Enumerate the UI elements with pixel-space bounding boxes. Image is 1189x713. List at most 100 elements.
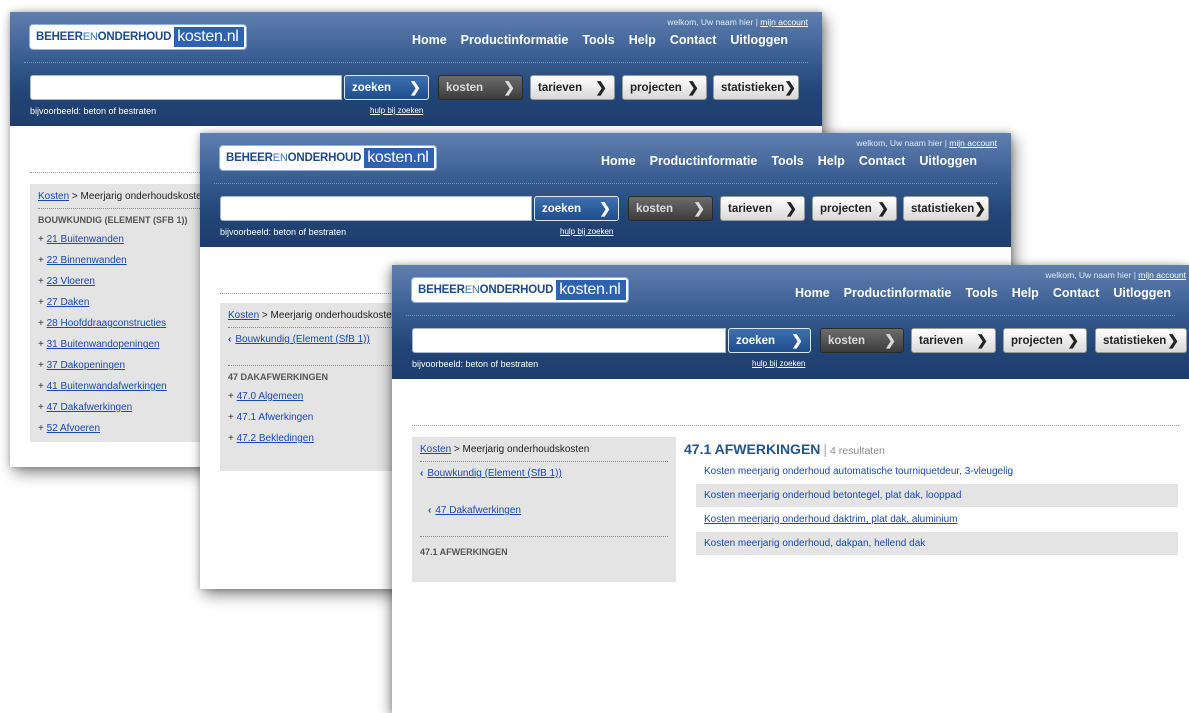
sidebar-item: + 47.2 Bekledingen — [228, 433, 314, 444]
account-link[interactable]: mijn account — [760, 17, 808, 27]
back-link-row: ‹ Bouwkundig (Element (SfB 1)) — [412, 462, 676, 485]
nav-tools[interactable]: Tools — [965, 286, 997, 300]
sidebar-item-link[interactable]: 47.2 Bekledingen — [237, 433, 314, 444]
welcome-text: welkom, Uw naam hier | mijn account — [667, 17, 808, 27]
logo-text-beheer: BEHEER — [418, 284, 465, 296]
tarieven-button[interactable]: tarieven ❯ — [720, 196, 805, 221]
search-help-link[interactable]: hulp bij zoeken — [752, 359, 805, 368]
nav-help[interactable]: Help — [629, 33, 656, 47]
zoeken-button[interactable]: zoeken ❯ — [728, 328, 811, 353]
nav-tools[interactable]: Tools — [771, 154, 803, 168]
breadcrumb: Kosten > Meerjarig onderhoudskosten — [228, 310, 398, 321]
chevron-right-icon: ❯ — [595, 79, 607, 95]
sidebar: Kosten > Meerjarig onderhoudskosten ‹ Bou… — [220, 303, 420, 471]
breadcrumb-link-kosten[interactable]: Kosten — [420, 444, 451, 455]
sidebar-item-link[interactable]: 21 Buitenwanden — [47, 234, 124, 245]
search-input[interactable] — [220, 196, 532, 221]
statistieken-button[interactable]: statistieken ❯ — [903, 196, 989, 221]
search-input[interactable] — [30, 75, 342, 100]
sidebar-item-link[interactable]: 41 Buitenwandafwerkingen — [47, 381, 167, 392]
result-item[interactable]: Kosten meerjarig onderhoud daktrim, plat… — [696, 508, 1178, 532]
breadcrumb-link-kosten[interactable]: Kosten — [228, 310, 259, 321]
nav-help[interactable]: Help — [1012, 286, 1039, 300]
sidebar-item-link[interactable]: 22 Binnenwanden — [47, 255, 127, 266]
breadcrumb: Kosten > Meerjarig onderhoudskosten — [420, 444, 590, 455]
projecten-button[interactable]: projecten ❯ — [812, 196, 897, 221]
nav-home[interactable]: Home — [795, 286, 830, 300]
search-help-link[interactable]: hulp bij zoeken — [370, 106, 423, 115]
main-nav: Home Productinformatie Tools Help Contac… — [795, 286, 1171, 300]
sidebar-item-link[interactable]: 23 Vloeren — [47, 276, 95, 287]
chevron-right-icon: ❯ — [884, 332, 896, 348]
category-heading: 47.1 AFWERKINGEN — [420, 547, 508, 557]
result-item[interactable]: Kosten meerjarig onderhoud betontegel, p… — [696, 484, 1178, 508]
chevron-left-icon: ‹ — [420, 468, 424, 479]
nav-contact[interactable]: Contact — [859, 154, 906, 168]
nav-uitloggen[interactable]: Uitloggen — [1113, 286, 1171, 300]
zoeken-button[interactable]: zoeken ❯ — [344, 75, 429, 100]
site-logo[interactable]: BEHEER EN ONDERHOUD kosten.nl — [412, 278, 628, 302]
back-link-bouwkundig[interactable]: Bouwkundig (Element (SfB 1)) — [427, 468, 562, 479]
header-divider — [406, 315, 1175, 316]
nav-uitloggen[interactable]: Uitloggen — [730, 33, 788, 47]
result-item[interactable]: Kosten meerjarig onderhoud automatische … — [696, 460, 1178, 484]
chevron-right-icon: ❯ — [409, 79, 421, 95]
back-link-dakafwerkingen[interactable]: 47 Dakafwerkingen — [435, 505, 521, 516]
nav-productinformatie[interactable]: Productinformatie — [844, 286, 952, 300]
search-hint: bijvoorbeeld: beton of bestraten — [220, 227, 347, 237]
site-logo[interactable]: BEHEER EN ONDERHOUD kosten.nl — [30, 25, 246, 49]
nav-contact[interactable]: Contact — [1053, 286, 1100, 300]
chevron-right-icon: ❯ — [791, 332, 803, 348]
projecten-button[interactable]: projecten ❯ — [1003, 328, 1087, 353]
projecten-button[interactable]: projecten ❯ — [622, 75, 707, 100]
chevron-right-icon: ❯ — [693, 200, 705, 216]
welcome-text: welkom, Uw naam hier | mijn account — [856, 138, 997, 148]
kosten-button[interactable]: kosten ❯ — [628, 196, 713, 221]
back-link-row: ‹ 47 Dakafwerkingen — [412, 499, 676, 522]
zoeken-button[interactable]: zoeken ❯ — [534, 196, 619, 221]
category-heading: 47 DAKAFWERKINGEN — [228, 372, 329, 382]
content-divider — [412, 425, 1179, 426]
search-input[interactable] — [412, 328, 726, 353]
back-link-bouwkundig[interactable]: Bouwkundig (Element (SfB 1)) — [235, 334, 370, 345]
nav-productinformatie[interactable]: Productinformatie — [650, 154, 758, 168]
sidebar-item-link[interactable]: 31 Buitenwandopeningen — [47, 339, 160, 350]
result-item[interactable]: Kosten meerjarig onderhoud, dakpan, hell… — [696, 532, 1178, 556]
sidebar-item: + 47.0 Algemeen — [228, 391, 304, 402]
sidebar-item-link[interactable]: 37 Dakopeningen — [47, 360, 125, 371]
kosten-button[interactable]: kosten ❯ — [820, 328, 904, 353]
logo-text-onderhoud: ONDERHOUD — [287, 152, 362, 164]
header-divider — [214, 183, 997, 184]
statistieken-button[interactable]: statistieken ❯ — [1095, 328, 1187, 353]
sidebar-item-link[interactable]: 28 Hoofddraagconstructies — [47, 318, 167, 329]
sidebar-item-link[interactable]: 47 Dakafwerkingen — [47, 402, 133, 413]
results-panel: 47.1 AFWERKINGEN | 4 resultaten Kosten mee… — [684, 441, 1178, 556]
nav-help[interactable]: Help — [818, 154, 845, 168]
sidebar-item-link[interactable]: 47.0 Algemeen — [237, 391, 304, 402]
sidebar: Kosten > Meerjarig onderhoudskosten ‹ Bou… — [412, 437, 676, 582]
nav-home[interactable]: Home — [601, 154, 636, 168]
tarieven-button[interactable]: tarieven ❯ — [530, 75, 615, 100]
site-header: BEHEER EN ONDERHOUD kosten.nl welkom, Uw n… — [392, 265, 1189, 379]
sidebar-item-link[interactable]: 47.1 Afwerkingen — [237, 412, 314, 423]
nav-productinformatie[interactable]: Productinformatie — [461, 33, 569, 47]
nav-uitloggen[interactable]: Uitloggen — [919, 154, 977, 168]
chevron-right-icon: ❯ — [785, 200, 797, 216]
statistieken-button[interactable]: statistieken ❯ — [713, 75, 799, 100]
search-help-link[interactable]: hulp bij zoeken — [560, 227, 613, 236]
tarieven-button[interactable]: tarieven ❯ — [911, 328, 996, 353]
breadcrumb-link-kosten[interactable]: Kosten — [38, 191, 69, 202]
site-logo[interactable]: BEHEER EN ONDERHOUD kosten.nl — [220, 146, 436, 170]
nav-tools[interactable]: Tools — [582, 33, 614, 47]
sidebar-item-link[interactable]: 27 Daken — [47, 297, 90, 308]
account-link[interactable]: mijn account — [949, 138, 997, 148]
logo-text-en: EN — [272, 152, 288, 164]
chevron-right-icon: ❯ — [503, 79, 515, 95]
sidebar-item-link[interactable]: 52 Afvoeren — [47, 423, 100, 434]
account-link[interactable]: mijn account — [1138, 270, 1186, 280]
nav-home[interactable]: Home — [412, 33, 447, 47]
nav-contact[interactable]: Contact — [670, 33, 717, 47]
site-header: BEHEER EN ONDERHOUD kosten.nl welkom, Uw n… — [200, 133, 1011, 247]
kosten-button[interactable]: kosten ❯ — [438, 75, 523, 100]
chevron-right-icon: ❯ — [1167, 332, 1179, 348]
